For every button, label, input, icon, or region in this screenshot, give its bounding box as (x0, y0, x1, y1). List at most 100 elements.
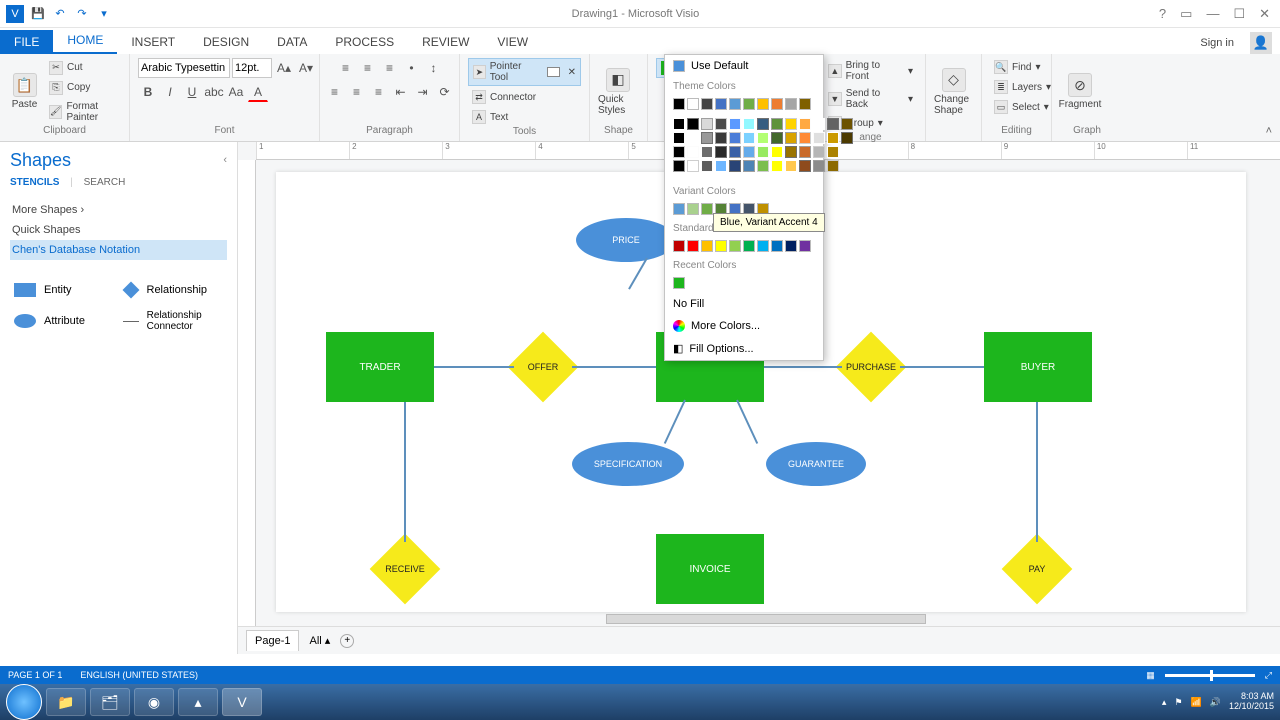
more-shapes-link[interactable]: More Shapes › (10, 200, 227, 220)
tab-insert[interactable]: INSERT (117, 30, 189, 54)
color-swatch[interactable] (715, 132, 727, 144)
stencils-tab[interactable]: STENCILS (10, 177, 67, 188)
color-swatch[interactable] (841, 132, 853, 144)
color-swatch[interactable] (743, 98, 755, 110)
tab-view[interactable]: VIEW (483, 30, 542, 54)
color-swatch[interactable] (757, 132, 769, 144)
color-swatch[interactable] (813, 160, 825, 172)
color-swatch[interactable] (771, 240, 783, 252)
color-swatch[interactable] (687, 132, 699, 144)
tab-data[interactable]: DATA (263, 30, 321, 54)
tray-up-icon[interactable]: ▴ (1162, 697, 1167, 708)
save-icon[interactable]: 💾 (30, 6, 46, 22)
change-shape-button[interactable]: ◇Change Shape (934, 68, 973, 116)
quick-styles-button[interactable]: ◧Quick Styles (598, 68, 638, 116)
color-swatch[interactable] (771, 132, 783, 144)
color-swatch[interactable] (757, 146, 769, 158)
color-swatch[interactable] (743, 118, 755, 130)
color-swatch[interactable] (673, 98, 685, 110)
all-pages-dropdown[interactable]: All ▴ (309, 634, 330, 647)
attr-specification[interactable]: SPECIFICATION (572, 442, 684, 486)
tray-volume-icon[interactable]: 🔊 (1210, 697, 1221, 708)
color-swatch[interactable] (673, 132, 685, 144)
color-swatch[interactable] (757, 98, 769, 110)
color-swatch[interactable] (673, 146, 685, 158)
color-swatch[interactable] (799, 132, 811, 144)
underline-button[interactable]: U (182, 82, 202, 102)
delete-x-icon[interactable]: ✕ (568, 67, 576, 78)
select-button[interactable]: ▭Select ▾ (990, 98, 1053, 116)
entity-buyer[interactable]: BUYER (984, 332, 1092, 402)
color-swatch[interactable] (729, 160, 741, 172)
undo-icon[interactable]: ↶ (52, 6, 68, 22)
user-avatar-icon[interactable]: 👤 (1250, 32, 1272, 54)
color-swatch[interactable] (813, 146, 825, 158)
align-right-button[interactable]: ≡ (369, 82, 389, 102)
clock-date[interactable]: 12/10/2015 (1229, 702, 1274, 712)
change-case-button[interactable]: Aa (226, 82, 246, 102)
entity-shape[interactable]: Entity (10, 276, 119, 304)
minimize-icon[interactable]: — (1206, 6, 1219, 22)
ribbon-toggle-icon[interactable]: ▭ (1180, 6, 1192, 22)
layers-button[interactable]: ≣Layers ▾ (990, 78, 1055, 96)
color-swatch[interactable] (673, 203, 685, 215)
color-swatch[interactable] (729, 98, 741, 110)
color-swatch[interactable] (757, 160, 769, 172)
color-swatch[interactable] (771, 98, 783, 110)
page-1-tab[interactable]: Page-1 (246, 630, 299, 651)
qat-dropdown-icon[interactable]: ▾ (96, 6, 112, 22)
view-normal-icon[interactable]: ▦ (1146, 670, 1155, 681)
use-default-fill[interactable]: Use Default (665, 55, 823, 77)
align-middle-button[interactable]: ≡ (358, 58, 378, 78)
taskbar-folder-icon[interactable]: 🗂 (90, 688, 130, 716)
color-swatch[interactable] (799, 160, 811, 172)
tab-file[interactable]: FILE (0, 30, 53, 54)
color-swatch[interactable] (687, 118, 699, 130)
color-swatch[interactable] (673, 277, 685, 289)
attr-guarantee[interactable]: GUARANTEE (766, 442, 866, 486)
connector-shape[interactable]: Relationship Connector (119, 304, 228, 338)
pointer-tool-button[interactable]: ➤Pointer Tool ✕ (468, 58, 581, 86)
color-swatch[interactable] (673, 240, 685, 252)
attr-price[interactable]: PRICE (576, 218, 676, 262)
find-button[interactable]: 🔍Find ▾ (990, 58, 1044, 76)
language-indicator[interactable]: ENGLISH (UNITED STATES) (80, 670, 198, 680)
more-colors-button[interactable]: More Colors... (665, 315, 823, 337)
color-swatch[interactable] (743, 146, 755, 158)
rel-purchase[interactable]: PURCHASE (836, 332, 906, 402)
color-swatch[interactable] (701, 203, 713, 215)
relationship-shape[interactable]: Relationship (119, 276, 228, 304)
rotate-text-button[interactable]: ⟳ (435, 82, 455, 102)
color-swatch[interactable] (827, 132, 839, 144)
font-color-button[interactable]: A (248, 82, 268, 102)
text-tool-button[interactable]: AText (468, 108, 512, 126)
color-swatch[interactable] (841, 118, 853, 130)
maximize-icon[interactable]: ☐ (1233, 6, 1245, 22)
color-swatch[interactable] (785, 98, 797, 110)
color-swatch[interactable] (715, 146, 727, 158)
color-swatch[interactable] (715, 160, 727, 172)
text-direction-button[interactable]: ↕ (424, 58, 444, 78)
font-size-select[interactable] (232, 58, 272, 78)
color-swatch[interactable] (729, 132, 741, 144)
fragment-button[interactable]: ⊘Fragment (1060, 73, 1100, 110)
align-top-button[interactable]: ≡ (336, 58, 356, 78)
color-swatch[interactable] (785, 146, 797, 158)
redo-icon[interactable]: ↷ (74, 6, 90, 22)
horizontal-scrollbar[interactable] (606, 614, 926, 624)
color-swatch[interactable] (813, 132, 825, 144)
tab-design[interactable]: DESIGN (189, 30, 263, 54)
attribute-shape[interactable]: Attribute (10, 304, 119, 338)
copy-button[interactable]: ⎘Copy (45, 79, 121, 97)
color-swatch[interactable] (757, 118, 769, 130)
color-swatch[interactable] (729, 118, 741, 130)
start-button[interactable] (6, 684, 42, 720)
color-swatch[interactable] (771, 118, 783, 130)
color-swatch[interactable] (799, 98, 811, 110)
color-swatch[interactable] (687, 146, 699, 158)
color-swatch[interactable] (799, 146, 811, 158)
increase-indent-button[interactable]: ⇥ (413, 82, 433, 102)
bullets-button[interactable]: • (402, 58, 422, 78)
color-swatch[interactable] (827, 160, 839, 172)
color-swatch[interactable] (701, 146, 713, 158)
